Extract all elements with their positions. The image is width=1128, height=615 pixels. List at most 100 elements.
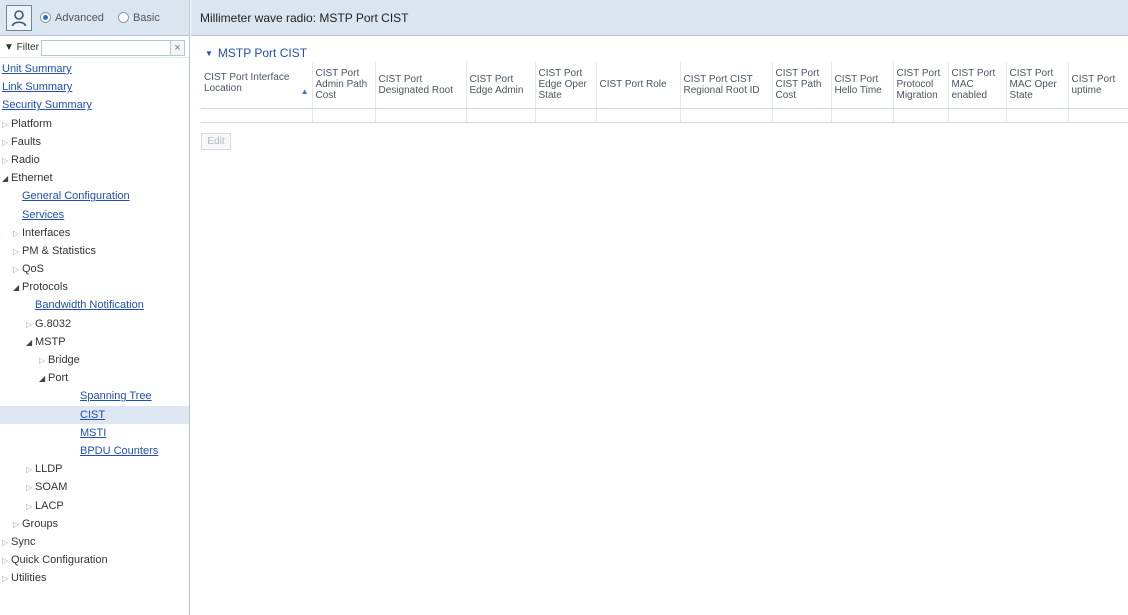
basic-mode-radio[interactable] [117,12,129,23]
sidebar-item-bandwidth-notification[interactable]: Bandwidth Notification [0,296,189,314]
sidebar-item-label: LLDP [35,463,63,476]
collapsed-arrow-icon[interactable]: ▷ [2,152,11,170]
advanced-mode-radio[interactable] [40,12,51,23]
sidebar-item-mstp[interactable]: ◢ MSTP [0,333,189,351]
sidebar-item-interfaces[interactable]: ▷ Interfaces [0,224,189,242]
table-cell [772,108,832,123]
sidebar-item-spanning-tree[interactable]: Spanning Tree [0,387,189,405]
column-header-label: CIST Port Edge Oper State [538,68,587,102]
table-header-row: ▲ CIST Port Interface Location CIST Port A… [201,62,1128,109]
sidebar-item-port[interactable]: ◢ Port [0,369,189,387]
collapsed-arrow-icon[interactable]: ▷ [26,461,35,479]
section-header-mstp-port-cist[interactable]: ▼ MSTP Port CIST [191,44,1128,62]
column-header-label: CIST Port MAC enabled [951,68,996,102]
sidebar-item-qos[interactable]: ▷ QoS [0,260,189,278]
column-header[interactable]: CIST Port CIST Regional Root ID [680,62,773,109]
column-header-label: CIST Port Role [599,79,667,91]
filter-label[interactable]: ▼ Filter [4,42,39,53]
table-cell [1006,108,1069,123]
sidebar-item-security-summary[interactable]: Security Summary [0,96,189,114]
sidebar-item-general-configuration[interactable]: General Configuration [0,187,189,205]
column-header[interactable]: CIST Port Edge Oper State [535,62,597,109]
sidebar-item-bpdu-counters[interactable]: BPDU Counters [0,442,189,460]
sidebar-item-label: LACP [35,499,64,512]
column-header[interactable]: CIST Port Designated Root [375,62,467,109]
collapsed-arrow-icon[interactable]: ▷ [2,116,11,134]
column-header[interactable]: CIST Port Role [596,62,681,109]
basic-mode-label: Basic [132,11,160,24]
edit-button[interactable]: Edit [201,132,231,150]
expanded-arrow-icon[interactable]: ◢ [26,334,35,352]
sidebar-item-label: Link Summary [2,81,73,94]
sidebar-item-msti[interactable]: MSTI [0,424,189,442]
sidebar-item-g-8032[interactable]: ▷ G.8032 [0,315,189,333]
collapsed-arrow-icon[interactable]: ▷ [13,516,22,534]
sidebar-item-label: MSTI [80,426,107,439]
collapsed-arrow-icon[interactable]: ▷ [26,498,35,516]
user-icon[interactable] [6,4,32,31]
collapsed-arrow-icon[interactable]: ▷ [2,552,11,570]
sidebar-item-label: BPDU Counters [80,444,159,457]
sidebar-item-soam[interactable]: ▷ SOAM [0,478,189,496]
sidebar-item-protocols[interactable]: ◢ Protocols [0,278,189,296]
section-title: MSTP Port CIST [217,46,308,60]
column-header[interactable]: CIST Port uptime [1068,62,1128,109]
sidebar-item-label: Faults [11,135,41,148]
sidebar-item-quick-configuration[interactable]: ▷ Quick Configuration [0,551,189,569]
collapsed-arrow-icon[interactable]: ▷ [13,225,22,243]
column-header[interactable]: CIST Port CIST Path Cost [772,62,832,109]
table-cell [1068,108,1128,123]
sidebar-item-utilities[interactable]: ▷ Utilities [0,569,189,587]
collapsed-arrow-icon[interactable]: ▷ [2,534,11,552]
sidebar-item-groups[interactable]: ▷ Groups [0,515,189,533]
sidebar-item-label: General Configuration [22,190,130,203]
collapse-icon[interactable]: ▼ [205,49,213,58]
column-header[interactable]: CIST Port Admin Path Cost [312,62,376,109]
sidebar-item-label: Utilities [11,572,47,585]
collapsed-arrow-icon[interactable]: ▷ [2,134,11,152]
sort-ascending-icon[interactable]: ▲ [301,86,309,97]
column-header-label: CIST Port CIST Regional Root ID [683,73,760,96]
expanded-arrow-icon[interactable]: ◢ [2,170,11,188]
filter-input[interactable] [40,39,171,56]
column-header-label: CIST Port Designated Root [378,73,454,96]
sidebar-item-lacp[interactable]: ▷ LACP [0,497,189,515]
filter-clear-icon[interactable]: × [171,39,185,56]
sidebar-item-platform[interactable]: ▷ Platform [0,115,189,133]
sidebar-item-label: Interfaces [22,226,71,239]
collapsed-arrow-icon[interactable]: ▷ [26,479,35,497]
sidebar-item-label: Port [48,372,69,385]
sidebar-item-lldp[interactable]: ▷ LLDP [0,460,189,478]
sidebar-item-radio[interactable]: ▷ Radio [0,151,189,169]
collapsed-arrow-icon[interactable]: ▷ [26,316,35,334]
sidebar-item-bridge[interactable]: ▷ Bridge [0,351,189,369]
sidebar-item-label: PM & Statistics [22,244,96,257]
sidebar-item-ethernet[interactable]: ◢ Ethernet [0,169,189,187]
collapsed-arrow-icon[interactable]: ▷ [13,261,22,279]
sidebar-item-faults[interactable]: ▷ Faults [0,133,189,151]
sidebar-item-label: G.8032 [35,317,72,330]
column-header[interactable]: CIST Port MAC Oper State [1006,62,1069,109]
sidebar-item-label: QoS [22,263,45,276]
sidebar-item-sync[interactable]: ▷ Sync [0,533,189,551]
collapsed-arrow-icon[interactable]: ▷ [13,243,22,261]
main-content: Millimeter wave radio: MSTP Port CIST ▼ … [191,0,1128,615]
sidebar-item-cist[interactable]: CIST [0,405,189,424]
collapsed-arrow-icon[interactable]: ▷ [2,570,11,588]
sidebar-item-pm-statistics[interactable]: ▷ PM & Statistics [0,242,189,260]
column-header[interactable]: CIST Port Edge Admin [466,62,536,109]
collapsed-arrow-icon[interactable]: ▷ [39,352,48,370]
column-header[interactable]: CIST Port Protocol Migration [893,62,949,109]
expanded-arrow-icon[interactable]: ◢ [39,370,48,388]
sidebar-item-link-summary[interactable]: Link Summary [0,78,189,96]
sidebar-item-label: Services [22,208,65,221]
column-header[interactable]: ▲ CIST Port Interface Location [201,62,313,109]
column-header[interactable]: CIST Port Hello Time [831,62,894,109]
mode-bar: Advanced Basic [0,0,189,36]
sidebar-item-unit-summary[interactable]: Unit Summary [0,60,189,78]
column-header[interactable]: CIST Port MAC enabled [948,62,1007,109]
sidebar-item-services[interactable]: Services [0,206,189,224]
table-cell [201,108,313,123]
sidebar-item-label: Protocols [22,281,68,294]
expanded-arrow-icon[interactable]: ◢ [13,279,22,297]
